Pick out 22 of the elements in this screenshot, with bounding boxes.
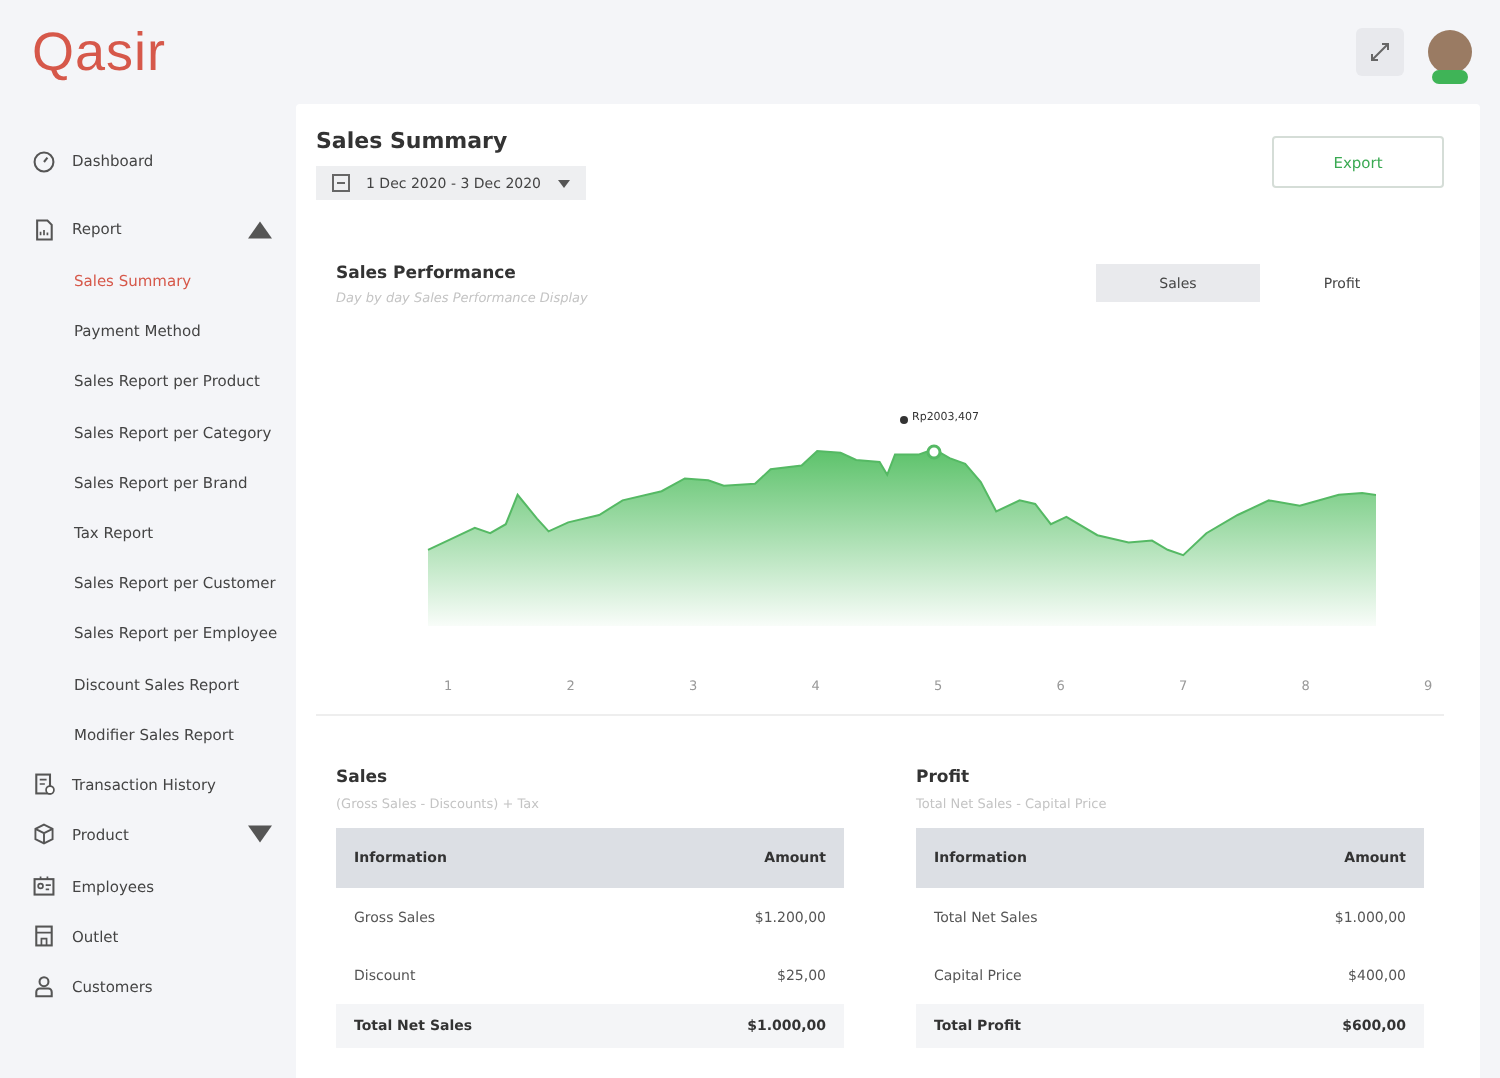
table-title: Profit xyxy=(916,768,972,788)
nav-icon xyxy=(32,924,56,949)
data-point-marker[interactable] xyxy=(926,444,942,460)
page-title: Sales Summary xyxy=(316,128,510,154)
logo: Qasir xyxy=(32,21,167,83)
nav-icon xyxy=(32,974,56,999)
nav-icon xyxy=(32,874,56,899)
nav-icon xyxy=(32,149,56,173)
caret-icon xyxy=(248,217,272,241)
table-title: Sales xyxy=(336,768,390,788)
nav-icon xyxy=(32,822,56,847)
series-dot-icon xyxy=(900,416,908,424)
avatar[interactable] xyxy=(1428,30,1472,74)
nav-icon xyxy=(32,772,56,797)
caret-icon xyxy=(248,822,272,847)
calendar-icon xyxy=(332,174,350,192)
status-badge xyxy=(1432,70,1468,84)
chart-title: Sales Performance xyxy=(336,264,518,284)
caret-icon xyxy=(557,179,570,187)
nav-icon xyxy=(32,217,56,241)
expand-icon xyxy=(1370,42,1390,62)
expand-button[interactable] xyxy=(1356,28,1404,76)
